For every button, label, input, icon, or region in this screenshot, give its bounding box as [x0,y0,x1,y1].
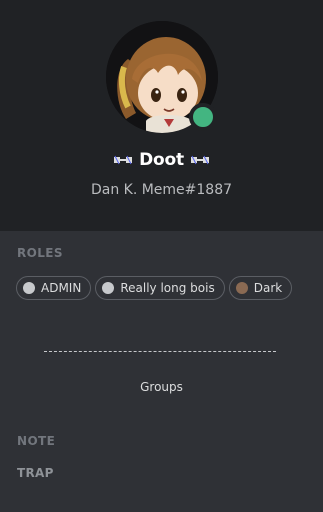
profile-header: Doot Dan K. Meme#1887 [0,0,323,231]
divider [44,351,276,352]
roles-section-title: ROLES [17,246,63,260]
role-admin[interactable]: ADMIN [16,276,92,300]
roles-list: ADMIN Really long bois Dark [16,276,311,300]
groups-label: Groups [140,380,183,394]
note-section-title: NOTE [17,434,56,448]
space-station-icon [190,155,209,165]
user-tag: Dan K. Meme#1887 [90,182,233,198]
online-status-indicator [189,103,217,131]
role-color-dot[interactable] [23,282,35,294]
role-label: Really long bois [120,281,215,295]
role-label: Dark [253,281,283,295]
role-dark[interactable]: Dark [228,276,293,300]
note-text[interactable]: TRAP [17,466,54,480]
role-really-long-bois[interactable]: Really long bois [95,276,225,300]
username-row: Doot [0,150,323,170]
role-color-dot[interactable] [102,282,115,294]
role-label: ADMIN [41,281,82,295]
role-color-dot[interactable] [235,282,248,294]
avatar-container[interactable] [106,21,218,133]
space-station-icon [114,155,133,165]
username: Doot [139,150,184,170]
